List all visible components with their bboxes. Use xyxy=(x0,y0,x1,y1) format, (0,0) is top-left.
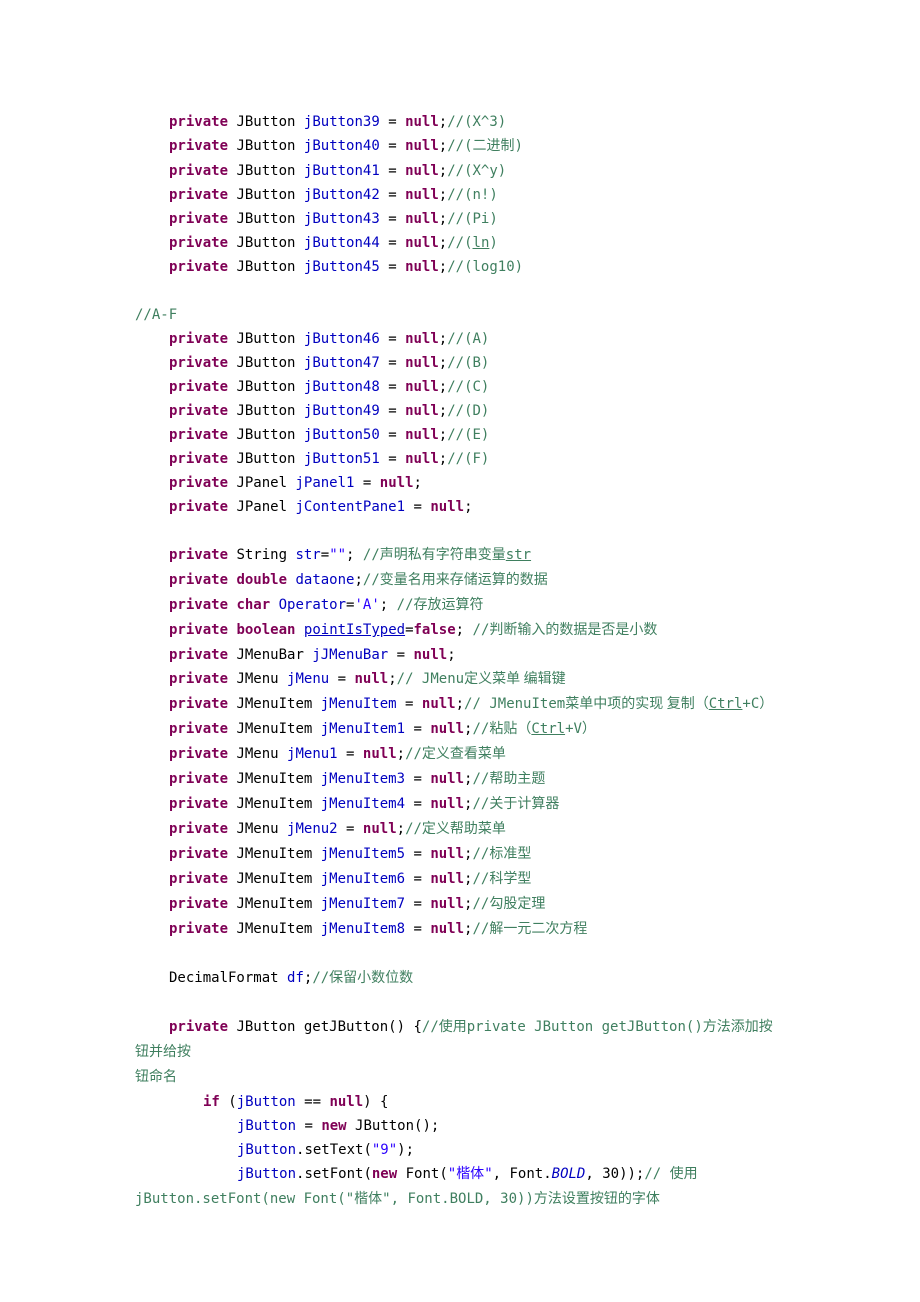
code-line: private JButton jButton40 = null;//(二进制) xyxy=(135,134,785,159)
code-line: //A-F xyxy=(135,303,785,327)
code-line: private double dataone;//变量名用来存储运算的数据 xyxy=(135,568,785,593)
code-line: jButton = new JButton(); xyxy=(135,1114,785,1138)
code-line: jButton.setText("9"); xyxy=(135,1138,785,1162)
code-line: jButton.setFont(new Font("楷体", Font.BOLD… xyxy=(135,1187,785,1212)
code-line: private JMenuItem jMenuItem3 = null;//帮助… xyxy=(135,767,785,792)
code-line: jButton.setFont(new Font("楷体", Font.BOLD… xyxy=(135,1162,785,1187)
code-line: private JPanel jContentPane1 = null; xyxy=(135,495,785,519)
code-line: private JMenuItem jMenuItem7 = null;//勾股… xyxy=(135,892,785,917)
code-line: private JButton jButton45 = null;//(log1… xyxy=(135,255,785,279)
code-line: private JMenuItem jMenuItem8 = null;//解一… xyxy=(135,917,785,942)
code-line xyxy=(135,279,785,303)
code-line: private JMenu jMenu2 = null;//定义帮助菜单 xyxy=(135,817,785,842)
code-line: private JButton jButton42 = null;//(n!) xyxy=(135,183,785,207)
code-line: private JMenu jMenu = null;// JMenu定义菜单 … xyxy=(135,667,785,692)
code-line: private JMenuItem jMenuItem = null;// JM… xyxy=(135,692,785,717)
code-line: private JMenuItem jMenuItem5 = null;//标准… xyxy=(135,842,785,867)
code-line: private JButton jButton46 = null;//(A) xyxy=(135,327,785,351)
code-line: private char Operator='A'; //存放运算符 xyxy=(135,593,785,618)
code-line xyxy=(135,991,785,1015)
code-line: private JButton jButton49 = null;//(D) xyxy=(135,399,785,423)
code-document: private JButton jButton39 = null;//(X^3)… xyxy=(0,0,920,1302)
code-line xyxy=(135,942,785,966)
code-line: private JMenuItem jMenuItem6 = null;//科学… xyxy=(135,867,785,892)
code-line: private JButton jButton51 = null;//(F) xyxy=(135,447,785,471)
code-block: private JButton jButton39 = null;//(X^3)… xyxy=(135,110,785,1212)
code-line: private JButton jButton48 = null;//(C) xyxy=(135,375,785,399)
code-line: private JButton getJButton() {//使用privat… xyxy=(135,1015,785,1065)
code-line: private JPanel jPanel1 = null; xyxy=(135,471,785,495)
code-line: if (jButton == null) { xyxy=(135,1090,785,1114)
code-line: private JMenu jMenu1 = null;//定义查看菜单 xyxy=(135,742,785,767)
code-line: private JButton jButton43 = null;//(Pi) xyxy=(135,207,785,231)
code-line: private boolean pointIsTyped=false; //判断… xyxy=(135,618,785,643)
code-line: private JButton jButton39 = null;//(X^3) xyxy=(135,110,785,134)
code-line: private JMenuItem jMenuItem1 = null;//粘贴… xyxy=(135,717,785,742)
code-line xyxy=(135,519,785,543)
code-line: private JButton jButton47 = null;//(B) xyxy=(135,351,785,375)
code-line: private JButton jButton44 = null;//(ln) xyxy=(135,231,785,255)
code-line: private JMenuItem jMenuItem4 = null;//关于… xyxy=(135,792,785,817)
code-line: private JButton jButton41 = null;//(X^y) xyxy=(135,159,785,183)
code-line: private String str=""; //声明私有字符串变量str xyxy=(135,543,785,568)
code-line: DecimalFormat df;//保留小数位数 xyxy=(135,966,785,991)
code-line: private JMenuBar jJMenuBar = null; xyxy=(135,643,785,667)
code-line: private JButton jButton50 = null;//(E) xyxy=(135,423,785,447)
code-line: 钮命名 xyxy=(135,1065,785,1090)
